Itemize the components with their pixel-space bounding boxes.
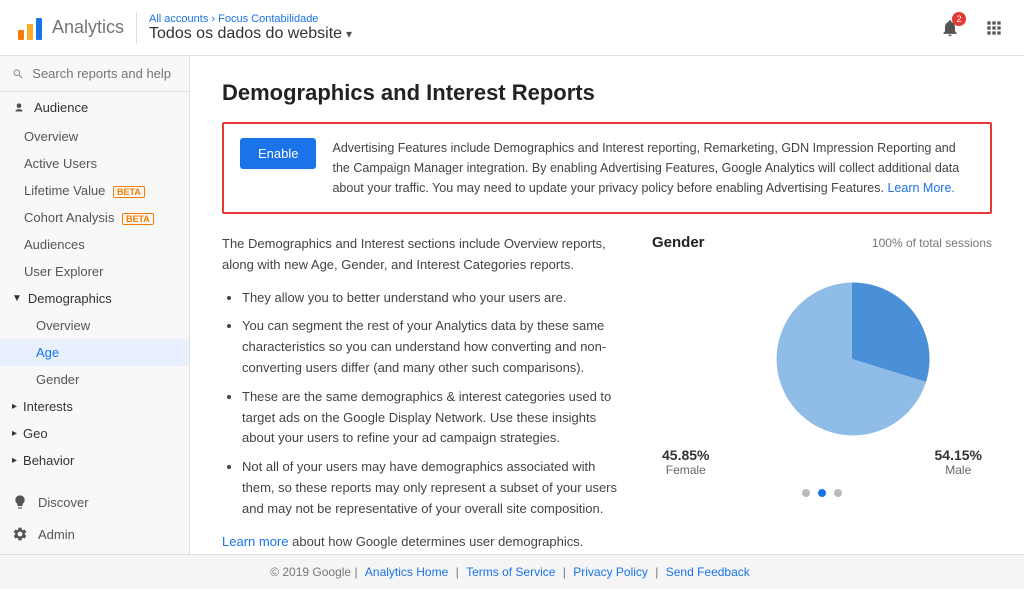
breadcrumb-prefix: All accounts xyxy=(149,13,208,25)
page-title: Demographics and Interest Reports xyxy=(222,80,992,106)
behavior-label: Behavior xyxy=(23,453,74,468)
pie-chart-svg xyxy=(712,259,992,459)
enable-button[interactable]: Enable xyxy=(240,138,316,169)
sidebar-item-audiences[interactable]: Audiences xyxy=(0,231,189,258)
app-title: Analytics xyxy=(52,17,124,38)
admin-label: Admin xyxy=(38,527,75,542)
sidebar-item-dem-overview[interactable]: Overview xyxy=(0,312,189,339)
list-item: Not all of your users may have demograph… xyxy=(242,457,628,519)
beta-badge: BETA xyxy=(113,186,145,198)
sidebar-item-age[interactable]: Age xyxy=(0,339,189,366)
sidebar-item-overview[interactable]: Overview xyxy=(0,123,189,150)
pie-chart-container xyxy=(712,259,932,439)
person-icon xyxy=(12,101,26,115)
terms-of-service-link[interactable]: Terms of Service xyxy=(466,565,555,579)
sidebar-bottom: Discover Admin xyxy=(0,486,189,550)
chevron-down-icon: ▾ xyxy=(346,27,352,41)
search-icon xyxy=(12,67,24,81)
copyright: © 2019 Google xyxy=(270,565,351,579)
sidebar: Audience Overview Active Users Lifetime … xyxy=(0,56,190,554)
beta-badge: BETA xyxy=(122,213,154,225)
gender-chart: Gender 100% of total sessions xyxy=(652,234,992,497)
female-label: 45.85% Female xyxy=(662,447,709,477)
breadcrumb-link[interactable]: Focus Contabilidade xyxy=(218,13,318,25)
breadcrumb-sep: › xyxy=(211,13,215,25)
expand-icon: ▸ xyxy=(12,455,17,466)
learn-more-link[interactable]: Learn More. xyxy=(887,181,954,195)
header-divider xyxy=(136,12,137,44)
dot-3[interactable] xyxy=(834,489,842,497)
audience-label: Audience xyxy=(34,100,88,115)
geo-label: Geo xyxy=(23,426,48,441)
list-item: These are the same demographics & intere… xyxy=(242,387,628,449)
content-area: Demographics and Interest Reports Enable… xyxy=(190,56,1024,554)
link-paragraph-1: Learn more about how Google determines u… xyxy=(222,532,628,553)
notifications-button[interactable]: 2 xyxy=(936,14,964,42)
grid-icon xyxy=(984,18,1004,38)
chart-col: Gender 100% of total sessions xyxy=(652,234,992,554)
link-suffix-1: about how Google determines user demogra… xyxy=(292,534,583,549)
main-layout: Audience Overview Active Users Lifetime … xyxy=(0,56,1024,554)
sidebar-item-discover[interactable]: Discover xyxy=(0,486,189,518)
notification-count: 2 xyxy=(952,12,966,26)
list-item: They allow you to better understand who … xyxy=(242,288,628,309)
dot-1[interactable] xyxy=(802,489,810,497)
enable-box: Enable Advertising Features include Demo… xyxy=(222,122,992,214)
sidebar-item-demographics[interactable]: ▼ Demographics xyxy=(0,285,189,312)
expand-icon: ▸ xyxy=(12,428,17,439)
main-two-col: The Demographics and Interest sections i… xyxy=(222,234,992,554)
lightbulb-icon xyxy=(12,494,28,510)
list-item: You can segment the rest of your Analyti… xyxy=(242,316,628,378)
search-input[interactable] xyxy=(32,66,177,81)
search-box[interactable] xyxy=(0,56,189,92)
sidebar-item-user-explorer[interactable]: User Explorer xyxy=(0,258,189,285)
property-selector[interactable]: Todos os dados do website ▾ xyxy=(149,25,352,43)
sidebar-item-behavior[interactable]: ▸ Behavior xyxy=(0,447,189,474)
settings-icon xyxy=(12,526,28,542)
footer: © 2019 Google | Analytics Home | Terms o… xyxy=(0,554,1024,589)
breadcrumb: All accounts › Focus Contabilidade xyxy=(149,13,352,25)
sidebar-item-lifetime-value[interactable]: Lifetime Value BETA xyxy=(0,177,189,204)
expand-icon: ▼ xyxy=(12,293,22,304)
chart-title: Gender xyxy=(652,234,705,251)
dot-2[interactable] xyxy=(818,489,826,497)
description-col: The Demographics and Interest sections i… xyxy=(222,234,628,554)
interests-label: Interests xyxy=(23,399,73,414)
discover-label: Discover xyxy=(38,495,89,510)
analytics-home-link[interactable]: Analytics Home xyxy=(365,565,448,579)
chart-subtitle: 100% of total sessions xyxy=(872,236,992,250)
male-text: Male xyxy=(935,463,982,477)
analytics-logo-icon xyxy=(16,14,44,42)
sidebar-item-geo[interactable]: ▸ Geo xyxy=(0,420,189,447)
female-text: Female xyxy=(662,463,709,477)
intro-paragraph: The Demographics and Interest sections i… xyxy=(222,234,628,276)
expand-icon: ▸ xyxy=(12,401,17,412)
enable-description: Advertising Features include Demographic… xyxy=(332,138,974,198)
demographics-label: Demographics xyxy=(28,291,112,306)
chart-pagination-dots xyxy=(652,489,992,497)
chart-header: Gender 100% of total sessions xyxy=(652,234,992,251)
sidebar-item-audience[interactable]: Audience xyxy=(0,92,189,123)
apps-button[interactable] xyxy=(980,14,1008,42)
property-name: Todos os dados do website xyxy=(149,25,342,43)
female-percentage: 45.85% xyxy=(662,447,709,463)
sidebar-item-gender[interactable]: Gender xyxy=(0,366,189,393)
header-nav: All accounts › Focus Contabilidade Todos… xyxy=(149,13,352,43)
sidebar-item-cohort-analysis[interactable]: Cohort Analysis BETA xyxy=(0,204,189,231)
send-feedback-link[interactable]: Send Feedback xyxy=(666,565,750,579)
privacy-policy-footer-link[interactable]: Privacy Policy xyxy=(573,565,648,579)
header-actions: 2 xyxy=(936,14,1008,42)
learn-more-demographics-link[interactable]: Learn more xyxy=(222,534,288,549)
sidebar-item-interests[interactable]: ▸ Interests xyxy=(0,393,189,420)
logo: Analytics xyxy=(16,14,124,42)
feature-list: They allow you to better understand who … xyxy=(222,288,628,520)
enable-text-body: Advertising Features include Demographic… xyxy=(332,141,959,195)
header: Analytics All accounts › Focus Contabili… xyxy=(0,0,1024,56)
sidebar-item-active-users[interactable]: Active Users xyxy=(0,150,189,177)
sidebar-item-admin[interactable]: Admin xyxy=(0,518,189,550)
